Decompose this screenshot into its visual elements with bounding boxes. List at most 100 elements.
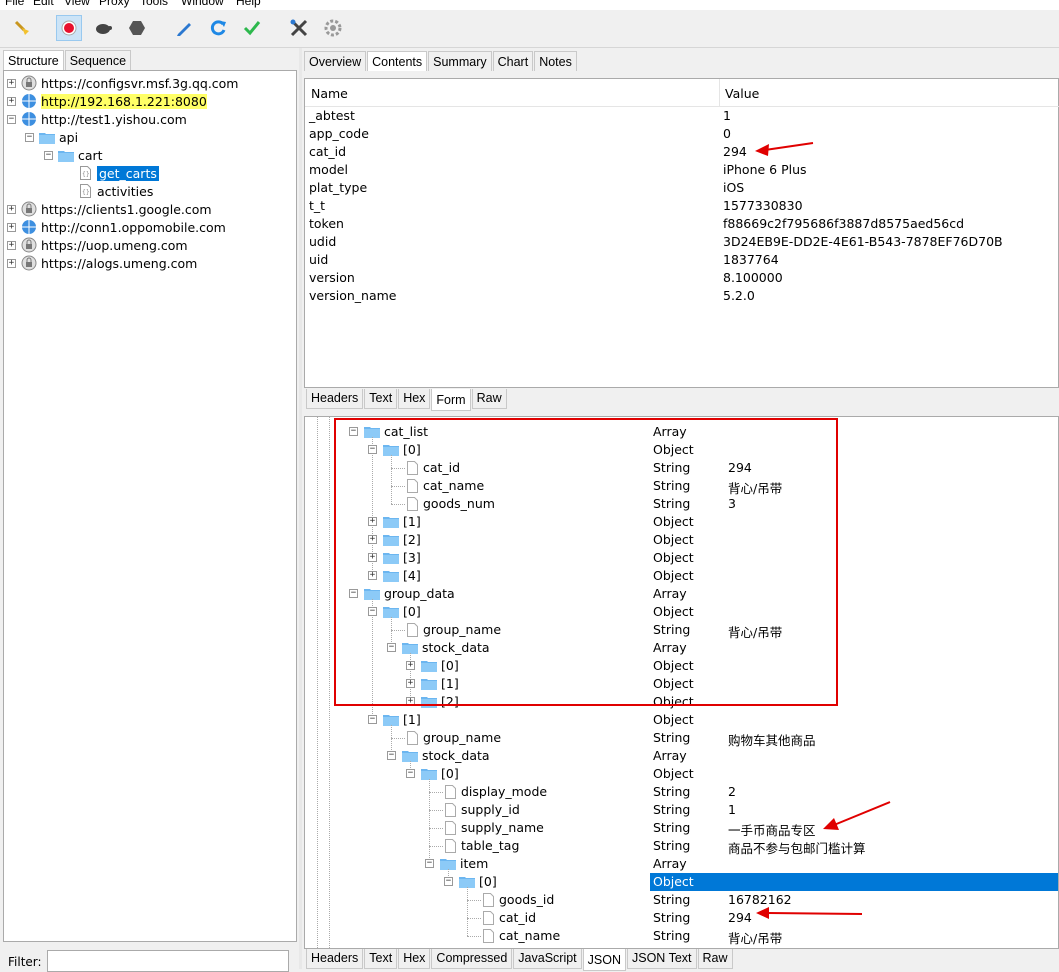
column-header-value[interactable]: Value bbox=[725, 86, 759, 101]
tree-node-host[interactable]: + http://192.168.1.221:8080 bbox=[7, 92, 207, 110]
grid-cell[interactable]: 1837764 bbox=[723, 252, 779, 267]
json-tree-row[interactable]: + [1] Object bbox=[305, 513, 1058, 531]
json-tree-row[interactable]: cat_id String 294 bbox=[305, 459, 1058, 477]
grid-cell[interactable]: 8.100000 bbox=[723, 270, 783, 285]
json-tree-row[interactable]: + [1] Object bbox=[305, 675, 1058, 693]
tab-form[interactable]: Form bbox=[431, 389, 471, 411]
grid-cell[interactable]: iOS bbox=[723, 180, 744, 195]
expand-icon[interactable]: + bbox=[406, 679, 415, 688]
grid-cell[interactable]: _abtest bbox=[309, 108, 355, 123]
json-tree-row[interactable]: group_name String 购物车其他商品 bbox=[305, 729, 1058, 748]
tree-node-host[interactable]: + https://configsvr.msf.3g.qq.com bbox=[7, 74, 239, 92]
grid-cell[interactable]: plat_type bbox=[309, 180, 367, 195]
collapse-icon[interactable]: − bbox=[425, 859, 434, 868]
throttle-turtle-icon[interactable] bbox=[90, 15, 116, 41]
tree-node-request[interactable]: {} get_carts bbox=[80, 164, 159, 182]
grid-cell[interactable]: 1577330830 bbox=[723, 198, 803, 213]
expand-icon[interactable]: + bbox=[7, 240, 16, 250]
tools-wrench-icon[interactable] bbox=[286, 15, 312, 41]
menu-edit[interactable]: Edit bbox=[33, 0, 54, 8]
grid-cell[interactable]: 5.2.0 bbox=[723, 288, 755, 303]
json-tree-row[interactable]: goods_id String 16782162 bbox=[305, 891, 1058, 909]
grid-cell[interactable]: t_t bbox=[309, 198, 325, 213]
menu-tools[interactable]: Tools bbox=[140, 0, 168, 8]
tree-node-request[interactable]: {} activities bbox=[80, 182, 153, 200]
grid-cell[interactable]: 3D24EB9E-DD2E-4E61-B543-7878EF76D70B bbox=[723, 234, 1003, 249]
menu-proxy[interactable]: Proxy bbox=[99, 0, 130, 8]
collapse-icon[interactable]: − bbox=[406, 769, 415, 778]
tab-chart[interactable]: Chart bbox=[492, 51, 534, 71]
collapse-icon[interactable]: − bbox=[368, 715, 377, 724]
expand-icon[interactable]: + bbox=[368, 571, 377, 580]
menu-window[interactable]: Window bbox=[181, 0, 224, 8]
compose-pen-icon[interactable] bbox=[171, 15, 197, 41]
json-tree-row[interactable]: goods_num String 3 bbox=[305, 495, 1058, 513]
menu-view[interactable]: View bbox=[64, 0, 90, 8]
breakpoint-hexagon-icon[interactable] bbox=[124, 15, 150, 41]
tree-node-folder[interactable]: − api bbox=[25, 128, 78, 146]
expand-icon[interactable]: + bbox=[406, 697, 415, 706]
tab-hex[interactable]: Hex bbox=[398, 389, 431, 409]
grid-cell[interactable]: iPhone 6 Plus bbox=[723, 162, 807, 177]
json-tree-row[interactable]: − [0] Object bbox=[305, 765, 1058, 783]
json-tree-row[interactable]: − [0] Object bbox=[305, 441, 1058, 459]
record-icon[interactable] bbox=[56, 15, 82, 41]
tab-headers[interactable]: Headers bbox=[306, 389, 364, 409]
grid-cell[interactable]: 0 bbox=[723, 126, 731, 141]
json-tree-row[interactable]: − cat_list Array bbox=[305, 423, 1058, 441]
collapse-icon[interactable]: − bbox=[387, 751, 396, 760]
grid-cell[interactable]: cat_id bbox=[309, 144, 346, 159]
grid-cell[interactable]: 1 bbox=[723, 108, 731, 123]
expand-icon[interactable]: + bbox=[7, 222, 16, 232]
clear-broom-icon[interactable] bbox=[9, 15, 35, 41]
tab-raw[interactable]: Raw bbox=[697, 949, 733, 969]
panel-splitter[interactable] bbox=[299, 48, 302, 969]
tab-notes[interactable]: Notes bbox=[534, 51, 577, 71]
json-tree-row[interactable]: cat_name String 背心/吊带 bbox=[305, 477, 1058, 496]
tab-text[interactable]: Text bbox=[364, 949, 398, 969]
expand-icon[interactable]: + bbox=[368, 553, 377, 562]
expand-icon[interactable]: + bbox=[368, 517, 377, 526]
tab-structure[interactable]: Structure bbox=[3, 50, 64, 70]
grid-cell[interactable]: token bbox=[309, 216, 344, 231]
json-tree-row[interactable]: supply_name String 一手币商品专区 bbox=[305, 819, 1058, 838]
expand-icon[interactable]: + bbox=[406, 661, 415, 670]
expand-icon[interactable]: + bbox=[368, 535, 377, 544]
json-tree-row[interactable]: display_mode String 2 bbox=[305, 783, 1058, 801]
json-tree-row[interactable]: − stock_data Array bbox=[305, 747, 1058, 765]
collapse-icon[interactable]: − bbox=[444, 877, 453, 886]
grid-cell[interactable]: version bbox=[309, 270, 355, 285]
json-tree-row[interactable]: supply_id String 1 bbox=[305, 801, 1058, 819]
tab-hex[interactable]: Hex bbox=[398, 949, 431, 969]
json-tree-row[interactable]: − [0] Object bbox=[305, 603, 1058, 621]
collapse-icon[interactable]: − bbox=[368, 607, 377, 616]
json-tree-row[interactable]: + [4] Object bbox=[305, 567, 1058, 585]
tree-node-folder[interactable]: − cart bbox=[44, 146, 103, 164]
json-tree-row[interactable]: − stock_data Array bbox=[305, 639, 1058, 657]
json-tree-row[interactable]: + [3] Object bbox=[305, 549, 1058, 567]
json-tree-row[interactable]: − [0] Object bbox=[305, 873, 1058, 891]
collapse-icon[interactable]: − bbox=[387, 643, 396, 652]
collapse-icon[interactable]: − bbox=[25, 132, 34, 142]
collapse-icon[interactable]: − bbox=[349, 427, 358, 436]
tree-node-host[interactable]: + https://alogs.umeng.com bbox=[7, 254, 197, 272]
tab-raw[interactable]: Raw bbox=[471, 389, 507, 409]
tree-node-host[interactable]: + https://clients1.google.com bbox=[7, 200, 212, 218]
tree-node-host[interactable]: + http://conn1.oppomobile.com bbox=[7, 218, 226, 236]
validate-check-icon[interactable] bbox=[239, 15, 265, 41]
json-tree-row[interactable]: cat_id String 294 bbox=[305, 909, 1058, 927]
json-tree-row[interactable]: + [2] Object bbox=[305, 693, 1058, 711]
json-tree-row[interactable]: − group_data Array bbox=[305, 585, 1058, 603]
tab-compressed[interactable]: Compressed bbox=[431, 949, 513, 969]
menu-file[interactable]: File bbox=[5, 0, 24, 8]
json-tree-row[interactable]: + [2] Object bbox=[305, 531, 1058, 549]
expand-icon[interactable]: + bbox=[7, 78, 16, 88]
tab-summary[interactable]: Summary bbox=[428, 51, 492, 71]
repeat-refresh-icon[interactable] bbox=[205, 15, 231, 41]
menu-help[interactable]: Help bbox=[236, 0, 261, 8]
json-tree-row[interactable]: cat_name String 背心/吊带 bbox=[305, 927, 1058, 946]
grid-cell[interactable]: app_code bbox=[309, 126, 369, 141]
column-header-name[interactable]: Name bbox=[311, 86, 348, 101]
grid-cell[interactable]: uid bbox=[309, 252, 328, 267]
tab-sequence[interactable]: Sequence bbox=[64, 50, 132, 70]
